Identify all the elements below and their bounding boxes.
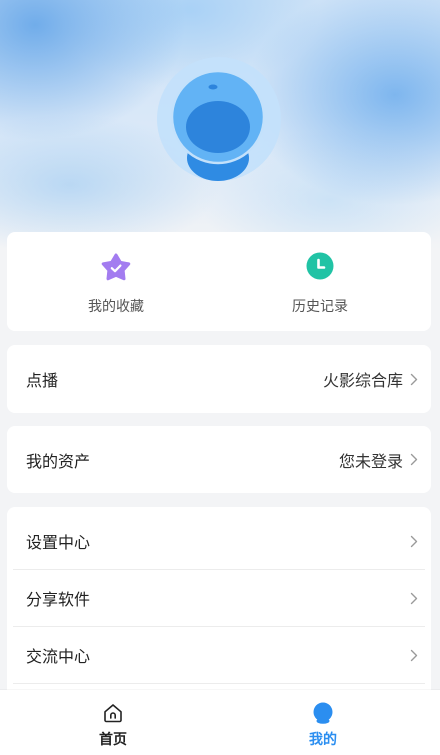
tab-home-label: 首页 <box>99 732 127 748</box>
assets-label: 我的资产 <box>26 451 91 471</box>
tab-home[interactable]: 首页 <box>53 690 173 755</box>
settings-menu-card: 设置中心 分享软件 交流中心 <box>7 507 431 702</box>
chevron-right-icon <box>410 373 418 386</box>
chevron-right-icon <box>410 453 418 466</box>
login-status-value: 您未登录 <box>338 451 403 471</box>
profile-icon <box>312 702 334 724</box>
tab-profile-label: 我的 <box>309 732 337 748</box>
history-label: 历史记录 <box>292 299 348 315</box>
menu-item-label: 分享软件 <box>26 590 91 609</box>
menu-item-label: 设置中心 <box>26 533 91 552</box>
history-button[interactable]: 历史记录 <box>240 232 400 331</box>
menu-item-community[interactable]: 交流中心 <box>13 627 425 684</box>
favorites-label: 我的收藏 <box>88 299 144 315</box>
tab-profile[interactable]: 我的 <box>263 690 383 755</box>
profile-header <box>0 0 440 250</box>
quick-actions-card: 我的收藏 历史记录 <box>7 232 431 331</box>
avatar[interactable] <box>155 55 283 185</box>
star-icon <box>100 252 132 282</box>
chevron-right-icon <box>410 592 418 605</box>
menu-item-settings[interactable]: 设置中心 <box>13 513 425 570</box>
assets-row[interactable]: 我的资产 您未登录 <box>7 426 431 493</box>
chevron-right-icon <box>410 649 418 662</box>
vod-source-row[interactable]: 点播 火影综合库 <box>7 345 431 413</box>
bottom-tab-bar: 首页 我的 <box>0 690 440 755</box>
menu-item-share[interactable]: 分享软件 <box>13 570 425 627</box>
vod-label: 点播 <box>26 371 59 390</box>
favorites-button[interactable]: 我的收藏 <box>36 232 196 331</box>
vod-source-value: 火影综合库 <box>322 371 403 390</box>
chevron-right-icon <box>410 535 418 548</box>
menu-item-label: 交流中心 <box>26 647 91 666</box>
clock-icon <box>304 252 336 282</box>
home-icon <box>102 702 124 724</box>
